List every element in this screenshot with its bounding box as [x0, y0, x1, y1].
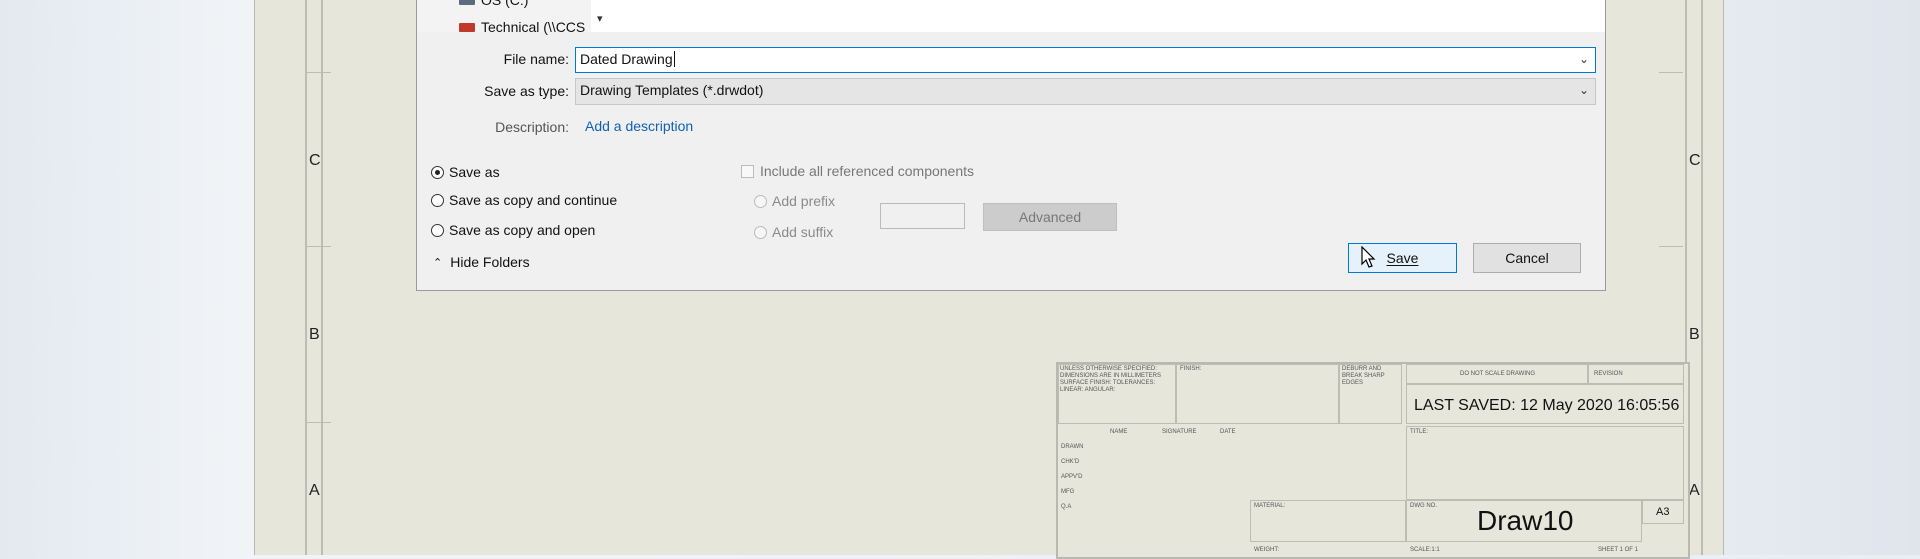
- zone-label-a-right: A: [1689, 482, 1700, 499]
- revision-label: REVISION: [1594, 371, 1623, 377]
- radio-empty-icon: [754, 225, 767, 239]
- desktop-background: [1723, 0, 1920, 555]
- sheet-count-label: SHEET 1 OF 1: [1598, 547, 1638, 553]
- drawing-number: Draw10: [1477, 505, 1574, 536]
- file-name-input[interactable]: Dated Drawing ⌄: [575, 47, 1596, 73]
- chevron-down-icon[interactable]: ▾: [597, 12, 603, 25]
- cancel-button[interactable]: Cancel: [1473, 243, 1581, 273]
- network-drive-icon: [459, 22, 475, 32]
- checkbox-icon: [741, 164, 754, 178]
- row-approved: APPV'D: [1061, 474, 1083, 480]
- row-qa: Q.A: [1061, 504, 1072, 510]
- zone-divider: [307, 72, 331, 73]
- sheet-border-left-inner: [321, 0, 323, 555]
- zone-divider: [1659, 246, 1683, 247]
- sheet-border-left: [305, 0, 307, 555]
- row-drawn: DRAWN: [1061, 444, 1084, 450]
- header-signature: SIGNATURE: [1162, 429, 1197, 435]
- description-label: Description:: [495, 119, 569, 135]
- hide-folders-label: Hide Folders: [450, 254, 530, 270]
- save-as-dialog: OS (C:) Technical (\\CCS ▾ File name: Da…: [416, 0, 1606, 291]
- save-type-value: Drawing Templates (*.drwdot): [580, 82, 764, 98]
- radio-empty-icon: [431, 193, 444, 207]
- dwg-no-label: DWG NO.: [1410, 503, 1437, 509]
- zone-label-c-right: C: [1689, 152, 1701, 169]
- do-not-scale-label: DO NOT SCALE DRAWING: [1460, 371, 1536, 377]
- title-label: TITLE:: [1410, 429, 1429, 435]
- add-description-link[interactable]: Add a description: [585, 118, 693, 134]
- folder-item-technical-drive[interactable]: Technical (\\CCS: [459, 19, 585, 35]
- zone-label-c-left: C: [309, 152, 321, 169]
- radio-save-as[interactable]: Save as: [431, 164, 500, 180]
- radio-label: Add prefix: [772, 193, 836, 209]
- radio-label: Save as copy and continue: [449, 192, 618, 208]
- drive-icon: [459, 0, 475, 5]
- tolerance-note: UNLESS OTHERWISE SPECIFIED: DIMENSIONS A…: [1060, 366, 1162, 393]
- scale-label: SCALE:1:1: [1410, 547, 1440, 553]
- folder-item-label: OS (C:): [481, 0, 529, 8]
- zone-label-a-left: A: [309, 482, 320, 499]
- mouse-pointer-icon: [1361, 246, 1376, 268]
- chevron-down-icon[interactable]: ⌄: [1579, 52, 1589, 66]
- save-type-label: Save as type:: [484, 83, 569, 99]
- title-cell: [1406, 426, 1684, 500]
- zone-divider: [1659, 72, 1683, 73]
- zone-divider: [307, 422, 331, 423]
- radio-save-copy-open[interactable]: Save as copy and open: [431, 222, 595, 238]
- last-saved-text: LAST SAVED: 12 May 2020 16:05:56: [1414, 397, 1680, 414]
- prefix-suffix-input[interactable]: [880, 203, 965, 229]
- material-label: MATERIAL:: [1254, 503, 1286, 509]
- deburr-label: DEBURR AND BREAK SHARP EDGES: [1342, 366, 1385, 386]
- sheet-size: A3: [1656, 506, 1670, 518]
- radio-label: Add suffix: [772, 224, 834, 240]
- radio-empty-icon: [754, 194, 767, 208]
- chevron-up-icon: ⌃: [433, 256, 443, 269]
- finish-label: FINISH:: [1180, 366, 1202, 372]
- zone-label-b-right: B: [1689, 326, 1700, 343]
- sheet-border-right: [1701, 0, 1703, 555]
- zone-divider: [307, 246, 331, 247]
- header-name: NAME: [1110, 429, 1128, 435]
- advanced-button[interactable]: Advanced: [983, 203, 1117, 231]
- radio-add-prefix[interactable]: Add prefix: [754, 193, 835, 209]
- folder-item-label: Technical (\\CCS: [481, 19, 586, 35]
- radio-selected-icon: [431, 165, 444, 179]
- title-block: UNLESS OTHERWISE SPECIFIED: DIMENSIONS A…: [1056, 362, 1690, 559]
- file-name-value: Dated Drawing: [580, 51, 673, 67]
- radio-empty-icon: [431, 223, 444, 237]
- row-mfg: MFG: [1061, 489, 1075, 495]
- include-components-checkbox[interactable]: Include all referenced components: [741, 163, 974, 179]
- radio-label: Save as copy and open: [449, 222, 596, 238]
- finish-cell: [1176, 364, 1339, 424]
- zone-label-b-left: B: [309, 326, 320, 343]
- row-checked: CHK'D: [1061, 459, 1080, 465]
- weight-label: WEIGHT:: [1254, 547, 1279, 553]
- chevron-down-icon[interactable]: ⌄: [1579, 83, 1589, 97]
- file-name-label: File name:: [503, 51, 569, 67]
- folder-item-os-drive[interactable]: OS (C:): [459, 0, 528, 8]
- hide-folders-toggle[interactable]: ⌃ Hide Folders: [433, 254, 530, 270]
- radio-save-copy-continue[interactable]: Save as copy and continue: [431, 192, 617, 208]
- include-components-label: Include all referenced components: [760, 163, 975, 179]
- radio-add-suffix[interactable]: Add suffix: [754, 224, 833, 240]
- save-button-label: Save: [1386, 250, 1419, 266]
- header-date: DATE: [1220, 429, 1236, 435]
- radio-label: Save as: [449, 164, 500, 180]
- folder-browser: OS (C:) Technical (\\CCS ▾: [417, 0, 1605, 35]
- save-type-select[interactable]: Drawing Templates (*.drwdot) ⌄: [575, 78, 1596, 105]
